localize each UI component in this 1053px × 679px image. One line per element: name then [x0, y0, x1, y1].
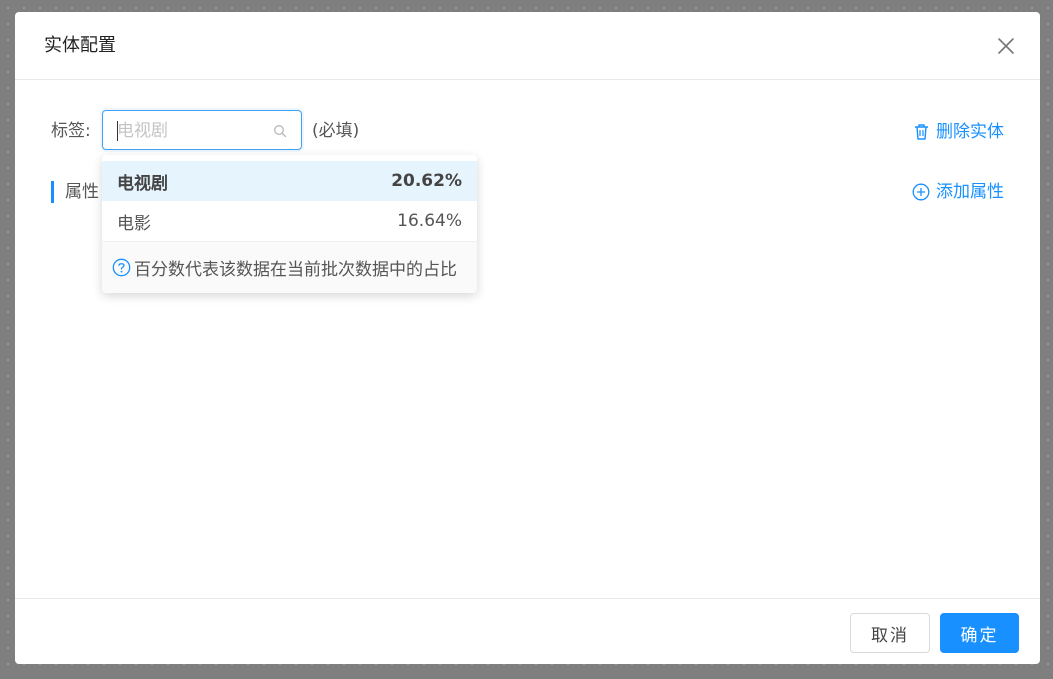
search-icon — [274, 125, 287, 138]
option-percent: 20.62% — [391, 171, 462, 191]
tag-search-input[interactable] — [117, 119, 267, 143]
delete-entity-button[interactable]: 删除实体 — [913, 120, 1004, 144]
required-hint: (必填) — [312, 121, 360, 141]
dropdown-hint: 百分数代表该数据在当前批次数据中的占比 — [102, 241, 477, 293]
close-button[interactable] — [996, 36, 1016, 56]
plus-circle-icon — [912, 183, 930, 201]
trash-icon — [915, 124, 928, 140]
cancel-button[interactable]: 取消 — [850, 613, 930, 653]
modal-footer: 取消 确定 — [15, 598, 1040, 664]
attributes-section-title: 属性 — [51, 181, 99, 203]
dropdown-option[interactable]: 电视剧 20.62% — [102, 161, 477, 201]
tag-dropdown: 电视剧 20.62% 电影 16.64% 百分数代表该数据在当前批次数据中的占比 — [102, 155, 477, 293]
question-circle-icon — [112, 258, 131, 277]
add-attribute-label: 添加属性 — [936, 182, 1004, 202]
dropdown-hint-text: 百分数代表该数据在当前批次数据中的占比 — [134, 260, 457, 280]
modal-header: 实体配置 — [15, 12, 1040, 80]
tag-label: 标签: — [51, 121, 91, 141]
option-label: 电视剧 — [117, 173, 168, 194]
dropdown-option[interactable]: 电影 16.64% — [102, 201, 477, 241]
delete-entity-label: 删除实体 — [936, 122, 1004, 142]
option-percent: 16.64% — [397, 211, 462, 231]
add-attribute-button[interactable]: 添加属性 — [912, 180, 1004, 204]
modal-title: 实体配置 — [44, 35, 116, 56]
confirm-button[interactable]: 确定 — [940, 613, 1019, 653]
entity-config-modal: 实体配置 标签: (必填) 删除实体 属性 添加属性 取消 确定 — [15, 12, 1040, 664]
close-icon — [998, 38, 1014, 54]
option-label: 电影 — [117, 213, 151, 234]
tag-select[interactable] — [102, 110, 302, 150]
